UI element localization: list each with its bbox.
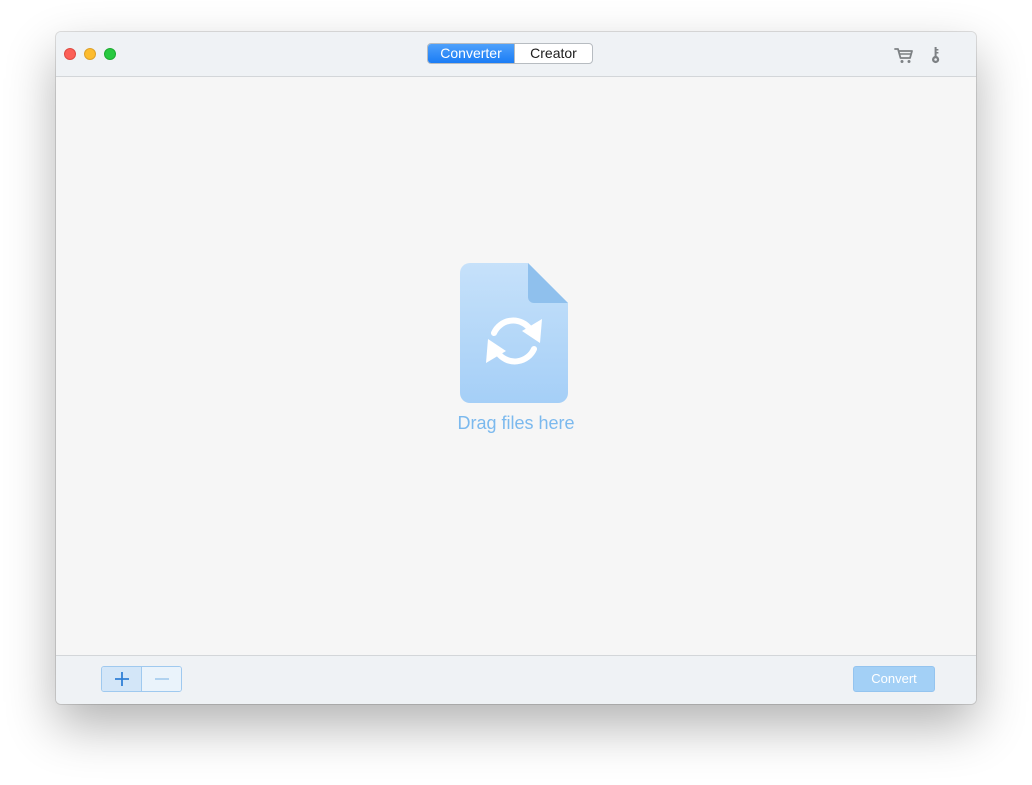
tab-creator[interactable]: Creator (514, 44, 592, 63)
file-convert-icon (460, 263, 568, 403)
close-window-button[interactable] (64, 48, 76, 60)
cart-icon[interactable] (894, 45, 914, 65)
minus-icon (154, 678, 169, 680)
bottom-toolbar: Convert (56, 655, 976, 704)
key-icon[interactable] (926, 45, 946, 65)
remove-file-button[interactable] (141, 667, 181, 691)
plus-icon (114, 672, 129, 686)
app-window: Converter Creator Drag files here Conver… (56, 32, 976, 704)
add-remove-control (101, 666, 182, 692)
convert-button[interactable]: Convert (853, 666, 935, 692)
mode-segmented-control: Converter Creator (427, 43, 593, 64)
maximize-window-button[interactable] (104, 48, 116, 60)
title-bar: Converter Creator (56, 32, 976, 77)
add-file-button[interactable] (102, 667, 141, 691)
file-drop-zone[interactable]: Drag files here (56, 77, 976, 655)
tab-converter[interactable]: Converter (428, 44, 514, 63)
drop-hint-label: Drag files here (457, 413, 575, 433)
minimize-window-button[interactable] (84, 48, 96, 60)
